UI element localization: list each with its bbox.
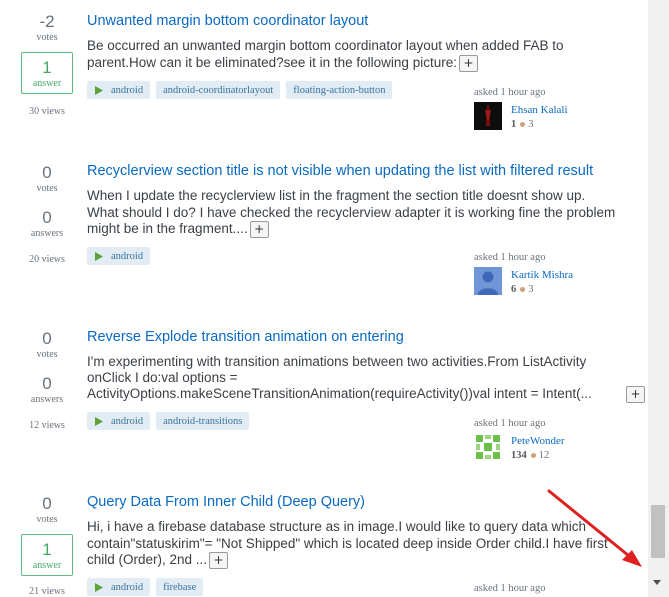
user-avatar[interactable] xyxy=(474,267,502,295)
answer-number: 0 xyxy=(42,208,52,227)
user-reputation: 63 xyxy=(511,284,534,295)
view-count: 21 views xyxy=(29,586,65,597)
question-excerpt-line: I'm experimenting with transition animat… xyxy=(87,354,587,369)
expand-excerpt-button[interactable]: + xyxy=(626,386,645,403)
tag-label: android-coordinatorlayout xyxy=(163,84,274,96)
vote-number: 0 xyxy=(42,329,52,348)
question-excerpt: Be occurred an unwanted margin bottom co… xyxy=(87,38,617,72)
bronze-badge-icon xyxy=(520,121,526,127)
question-title[interactable]: Unwanted margin bottom coordinator layou… xyxy=(87,13,368,29)
question-summary: 0 votes 0 answers 12 views Reverse Explo… xyxy=(7,316,648,483)
bronze-count: 3 xyxy=(528,284,534,295)
answer-label: answer xyxy=(32,560,62,571)
tag-label: android xyxy=(111,581,144,593)
tag-floating-action-button[interactable]: floating-action-button xyxy=(286,81,393,99)
tag-android[interactable]: android xyxy=(87,578,151,596)
tag-android[interactable]: android xyxy=(87,247,151,265)
question-excerpt: When I update the recyclerview list in t… xyxy=(87,188,617,238)
android-icon xyxy=(94,251,104,262)
question-title[interactable]: Recyclerview section title is not visibl… xyxy=(87,163,593,179)
tag-list: android xyxy=(87,247,151,265)
question-summary: 0 votes 1 answer 21 views Query Data Fro… xyxy=(7,482,648,597)
vote-number: 0 xyxy=(42,163,52,182)
android-icon xyxy=(94,582,104,593)
asked-time: asked 1 hour ago xyxy=(474,418,546,429)
question-title[interactable]: Reverse Explode transition animation on … xyxy=(87,329,404,345)
asked-time: asked 1 hour ago xyxy=(474,583,546,594)
android-icon xyxy=(94,85,104,96)
tag-list: android android-transitions xyxy=(87,412,250,430)
question-summary: 0 votes 0 answers 20 views Recyclerview … xyxy=(7,150,648,317)
question-excerpt-line: ActivityOptions.makeSceneTransitionAnima… xyxy=(87,386,592,401)
answer-number: 1 xyxy=(42,540,52,559)
expand-excerpt-button[interactable]: + xyxy=(249,221,269,238)
question-excerpt-line: onClick I do:val options = xyxy=(87,370,238,385)
chevron-down-icon[interactable] xyxy=(653,580,661,585)
view-count: 12 views xyxy=(29,420,65,431)
answer-count: 1 answer xyxy=(21,534,73,576)
bronze-badge-icon xyxy=(520,286,526,292)
answer-count: 0 answers xyxy=(7,374,87,406)
reputation-score: 134 xyxy=(511,450,527,461)
user-avatar[interactable] xyxy=(474,102,502,130)
vote-count: -2 votes xyxy=(7,12,87,44)
tag-android[interactable]: android xyxy=(87,81,151,99)
asked-time: asked 1 hour ago xyxy=(474,87,546,98)
scrollbar-thumb[interactable] xyxy=(651,505,665,558)
vote-count: 0 votes xyxy=(7,329,87,361)
tag-label: floating-action-button xyxy=(293,84,386,96)
answer-number: 1 xyxy=(42,58,52,77)
answer-number: 0 xyxy=(42,374,52,393)
tag-label: android xyxy=(111,84,144,96)
user-name[interactable]: Ehsan Kalali xyxy=(511,104,568,116)
reputation-score: 1 xyxy=(511,119,517,130)
vote-label: votes xyxy=(36,349,58,360)
bronze-badge-icon xyxy=(530,452,536,458)
answer-label: answers xyxy=(30,394,64,405)
tag-list: android android-coordinatorlayout floati… xyxy=(87,81,393,99)
vote-count: 0 votes xyxy=(7,494,87,526)
vote-number: 0 xyxy=(42,494,52,513)
excerpt-text: Hi, i have a firebase database structure… xyxy=(87,519,608,568)
vote-label: votes xyxy=(36,32,58,43)
user-avatar[interactable] xyxy=(474,433,502,461)
view-count: 20 views xyxy=(29,254,65,265)
asked-time: asked 1 hour ago xyxy=(474,252,546,263)
view-count: 30 views xyxy=(29,106,65,117)
question-summary: -2 votes 1 answer 30 views Unwanted marg… xyxy=(7,0,648,151)
tag-label: android xyxy=(111,415,144,427)
tag-android-coordinatorlayout[interactable]: android-coordinatorlayout xyxy=(156,81,281,99)
user-name[interactable]: Kartik Mishra xyxy=(511,269,573,281)
reputation-score: 6 xyxy=(511,284,517,295)
excerpt-text: Be occurred an unwanted margin bottom co… xyxy=(87,38,564,70)
expand-excerpt-button[interactable]: + xyxy=(209,552,229,569)
bronze-count: 3 xyxy=(528,119,534,130)
tag-android-transitions[interactable]: android-transitions xyxy=(156,412,250,430)
bronze-count: 12 xyxy=(538,450,550,461)
answer-count: 1 answer xyxy=(21,52,73,94)
user-reputation: 134 12 xyxy=(511,450,549,461)
tag-android[interactable]: android xyxy=(87,412,151,430)
tag-label: firebase xyxy=(163,581,197,593)
answer-count: 0 answers xyxy=(7,208,87,240)
vote-label: votes xyxy=(36,183,58,194)
question-list: -2 votes 1 answer 30 views Unwanted marg… xyxy=(7,0,648,597)
vote-number: -2 xyxy=(39,12,55,31)
user-reputation: 13 xyxy=(511,119,534,130)
expand-excerpt-button[interactable]: + xyxy=(458,54,478,72)
vote-label: votes xyxy=(36,514,58,525)
excerpt-text: When I update the recyclerview list in t… xyxy=(87,188,616,237)
tag-label: android xyxy=(111,250,144,262)
answer-label: answers xyxy=(30,228,64,239)
user-name[interactable]: PeteWonder xyxy=(511,435,565,447)
tag-firebase[interactable]: firebase xyxy=(156,578,204,596)
vote-count: 0 votes xyxy=(7,163,87,195)
answer-label: answer xyxy=(32,78,62,89)
question-excerpt: Hi, i have a firebase database structure… xyxy=(87,519,623,569)
android-icon xyxy=(94,416,104,427)
tag-label: android-transitions xyxy=(163,415,243,427)
question-title[interactable]: Query Data From Inner Child (Deep Query) xyxy=(87,494,365,510)
tag-list: android firebase xyxy=(87,578,204,596)
